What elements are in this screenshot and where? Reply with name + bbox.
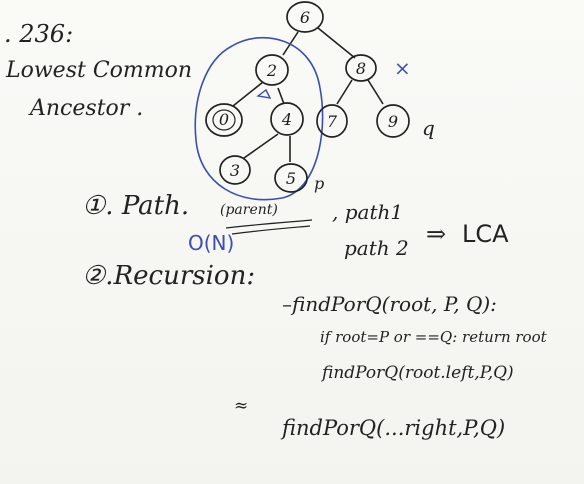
svg-text:9: 9 bbox=[388, 112, 398, 131]
edge-2-0 bbox=[232, 81, 264, 107]
node-6: 6 bbox=[286, 1, 324, 33]
method1-heading: ①. Path. bbox=[82, 191, 190, 221]
node-8: 8 bbox=[345, 54, 377, 82]
complexity-note: O(N) bbox=[188, 231, 235, 255]
svg-text:7: 7 bbox=[327, 112, 338, 131]
node-0: 0 bbox=[205, 103, 243, 137]
svg-text:8: 8 bbox=[356, 59, 366, 78]
edge-2-4 bbox=[277, 87, 285, 105]
node-3: 3 bbox=[219, 155, 251, 185]
node-2: 2 bbox=[255, 54, 289, 86]
implies-arrow: ⇒ bbox=[426, 220, 447, 248]
whiteboard: 6 2 8 0 4 7 9 3 5 . 236: Lowest Common A… bbox=[0, 0, 584, 484]
code-line-2: if root=P or ==Q: return root bbox=[320, 328, 547, 346]
q-label: q bbox=[422, 116, 435, 140]
svg-text:2: 2 bbox=[266, 61, 277, 80]
p-label: p bbox=[314, 174, 325, 193]
parent-note: (parent) bbox=[220, 202, 278, 218]
svg-text:4: 4 bbox=[281, 110, 292, 129]
path1-label: , path1 bbox=[332, 200, 404, 224]
svg-text:3: 3 bbox=[230, 161, 240, 180]
cross-mark: × bbox=[394, 56, 411, 80]
node-5: 5 bbox=[274, 163, 308, 193]
edge-8-9 bbox=[367, 79, 384, 105]
problem-number: . 236: bbox=[4, 20, 74, 48]
edge-8-7 bbox=[336, 79, 353, 105]
node-4: 4 bbox=[270, 102, 304, 136]
delta-mark bbox=[256, 88, 272, 99]
path2-label: path 2 bbox=[344, 236, 409, 260]
svg-text:6: 6 bbox=[300, 8, 310, 27]
edge-4-3 bbox=[243, 133, 279, 159]
node-7: 7 bbox=[316, 104, 348, 138]
svg-text:0: 0 bbox=[219, 110, 229, 129]
problem-title-line1: Lowest Common bbox=[6, 58, 193, 83]
code-line-3: findPorQ(root.left,P,Q) bbox=[322, 363, 514, 383]
parent-underline-2 bbox=[231, 225, 311, 235]
svg-text:5: 5 bbox=[286, 169, 296, 188]
node-9: 9 bbox=[376, 104, 410, 138]
code-line-1: –findPorQ(root, P, Q): bbox=[282, 292, 497, 316]
method2-heading: ②.Recursion: bbox=[82, 261, 256, 291]
edge-6-8 bbox=[317, 27, 356, 59]
problem-title-line2: Ancestor . bbox=[30, 96, 144, 121]
margin-mark: ≈ bbox=[234, 396, 249, 416]
code-line-4: findPorQ(...right,P,Q) bbox=[282, 416, 506, 440]
lca-result: LCA bbox=[462, 220, 509, 248]
